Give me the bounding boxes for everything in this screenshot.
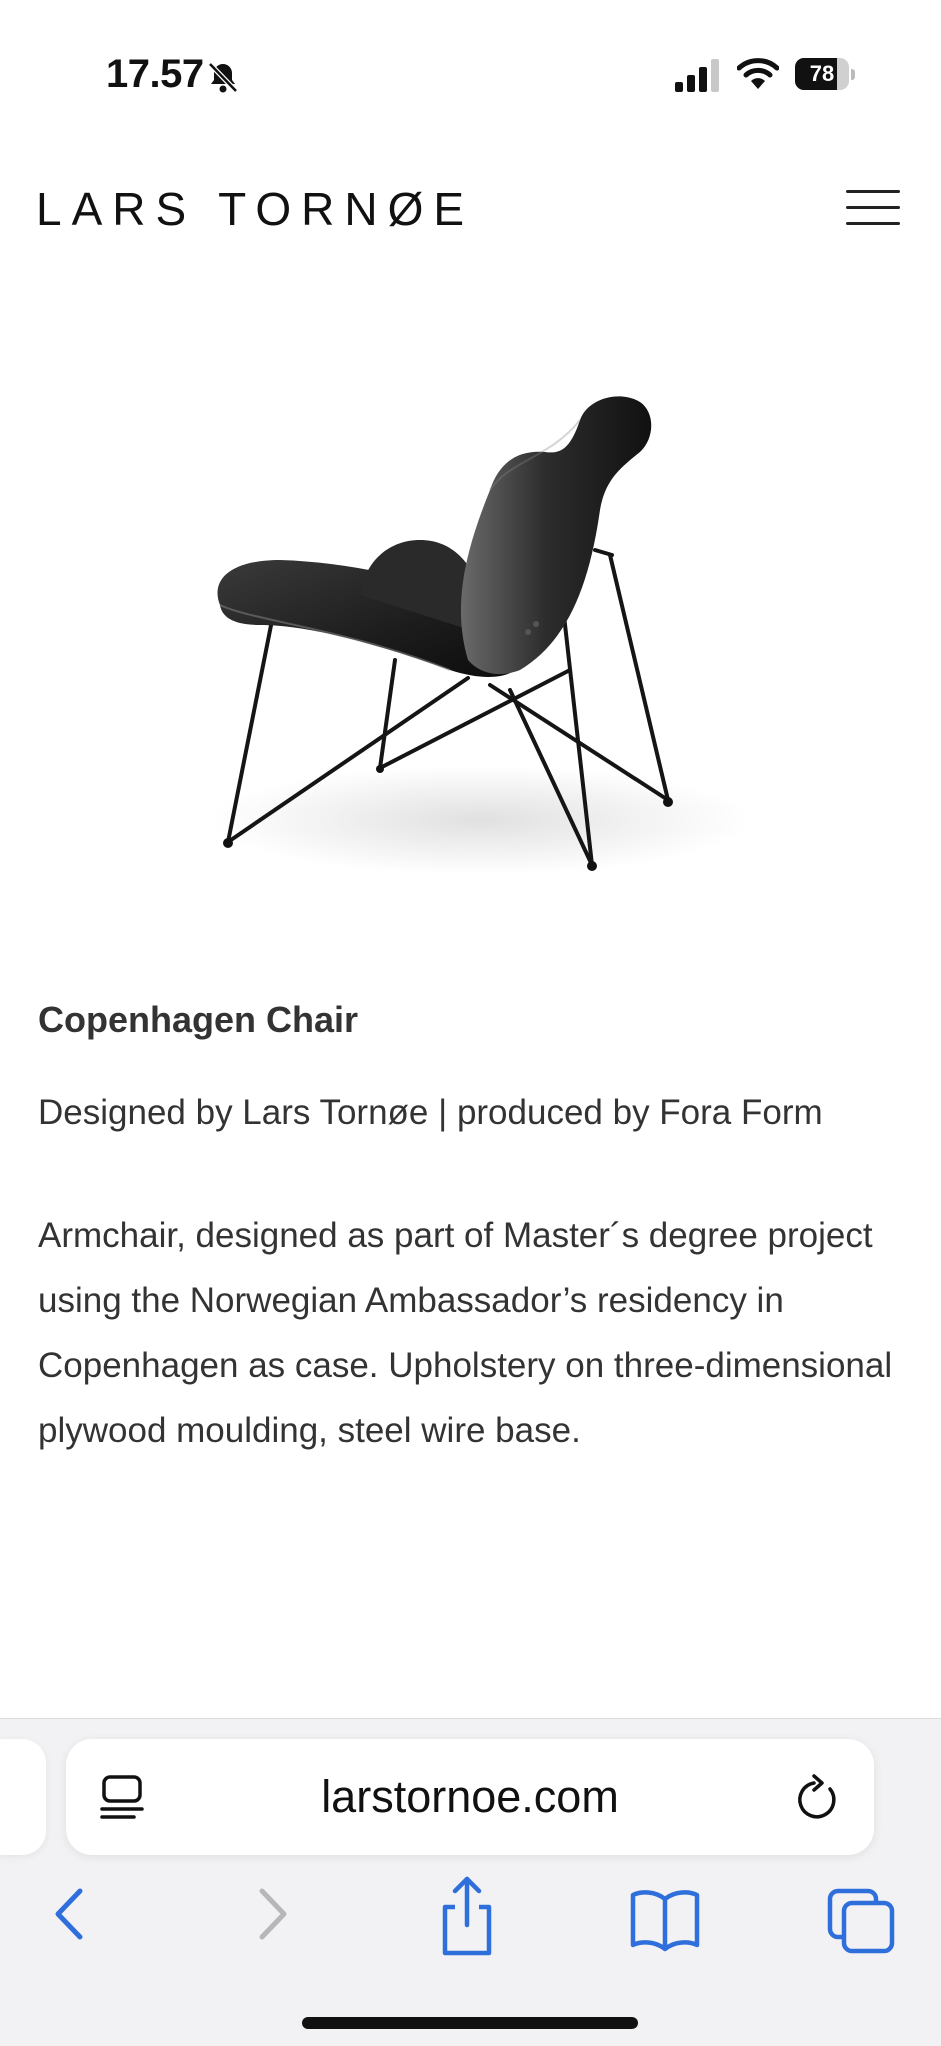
status-bar: 17.57 78: [0, 0, 941, 150]
status-time: 17.57: [106, 52, 204, 96]
reader-mode-icon[interactable]: [98, 1773, 146, 1825]
site-header: LARS TORNØE: [0, 160, 941, 250]
bookmarks-icon[interactable]: [625, 1869, 705, 1959]
forward-chevron-icon[interactable]: [232, 1869, 312, 1959]
previous-tab-peek[interactable]: [0, 1739, 46, 1855]
chair-photo: [210, 396, 750, 875]
hamburger-menu-icon[interactable]: [842, 182, 904, 230]
product-credits: Designed by Lars Tornøe | produced by Fo…: [38, 1093, 823, 1132]
product-description: Armchair, designed as part of Master´s d…: [38, 1216, 893, 1450]
browser-bottom-bar: larstornoe.com: [0, 1718, 941, 2046]
reload-icon[interactable]: [794, 1773, 842, 1825]
cellular-signal-icon: [675, 59, 719, 92]
product-info: Copenhagen Chair Designed by Lars Tornøe…: [38, 990, 898, 1463]
bell-slash-icon: [208, 62, 238, 93]
address-bar[interactable]: larstornoe.com: [66, 1739, 874, 1855]
tabs-icon[interactable]: [822, 1869, 902, 1959]
battery-percent: 78: [809, 61, 835, 86]
wifi-icon: [737, 58, 779, 89]
back-chevron-icon[interactable]: [28, 1869, 108, 1959]
share-icon[interactable]: [427, 1869, 507, 1959]
home-indicator[interactable]: [302, 2017, 638, 2029]
url-text[interactable]: larstornoe.com: [66, 1739, 874, 1855]
browser-toolbar: [0, 1869, 941, 1959]
site-logo[interactable]: LARS TORNØE: [36, 182, 474, 236]
product-title: Copenhagen Chair: [38, 999, 359, 1040]
battery-icon: 78: [795, 58, 857, 92]
